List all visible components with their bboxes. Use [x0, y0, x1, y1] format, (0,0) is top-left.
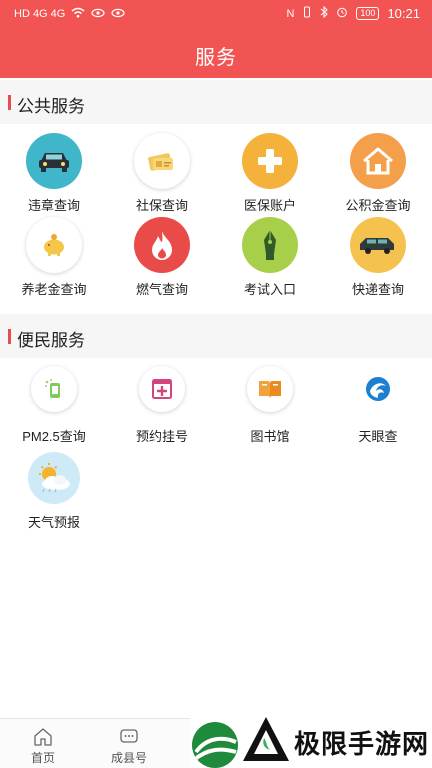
air-quality-icon [31, 366, 77, 412]
service-item-appointment[interactable]: 预约挂号 [108, 366, 216, 451]
watermark: 极限手游网 [190, 712, 432, 768]
battery-indicator: 100 [356, 7, 380, 20]
page-title: 服务 [195, 47, 237, 69]
nav-item-home[interactable]: 首页 [0, 719, 86, 768]
appointment-icon [139, 366, 185, 412]
service-item-exam[interactable]: 考试入口 [216, 217, 324, 302]
nav-label: 成县号 [110, 751, 147, 765]
top-bar: HD 4G 4G N 100 10:21 服务 [0, 0, 432, 78]
delivery-car-icon [350, 217, 406, 273]
home-icon [33, 727, 53, 747]
section-header-convenience: 便民服务 [0, 314, 432, 358]
house-icon [350, 133, 406, 189]
service-label: 公积金查询 [345, 198, 411, 213]
sky-eye-icon [355, 366, 401, 412]
chat-bubble-icon [119, 727, 139, 747]
signal-indicators: HD 4G 4G [14, 8, 66, 20]
service-label: 天气预报 [27, 515, 80, 530]
nfc-icon: N [286, 7, 295, 20]
service-item-express[interactable]: 快递查询 [324, 217, 432, 302]
flame-icon [134, 217, 190, 273]
book-icon [247, 366, 293, 412]
vibrate-icon [302, 6, 312, 21]
service-label: 图书馆 [250, 429, 290, 444]
medical-cross-icon [242, 133, 298, 189]
service-item-sky-eye[interactable]: 天眼查 [324, 366, 432, 451]
section-title: 公共服务 [17, 97, 85, 116]
service-label: 快递查询 [351, 282, 404, 297]
service-item-weather[interactable]: 天气预报 [0, 452, 108, 537]
eye-icon [91, 8, 105, 21]
section-header-public: 公共服务 [0, 80, 432, 124]
weather-icon [28, 452, 80, 504]
service-label: 社保查询 [135, 198, 188, 213]
car-icon [26, 133, 82, 189]
nav-item-county[interactable]: 成县号 [86, 719, 172, 768]
section-title: 便民服务 [17, 331, 85, 350]
clock: 10:21 [387, 6, 420, 21]
id-card-icon [134, 133, 190, 189]
site-logo-icon [240, 714, 292, 766]
service-label: 燃气查询 [135, 282, 188, 297]
service-label: PM2.5查询 [22, 429, 86, 444]
service-item-social-security[interactable]: 社保查询 [108, 133, 216, 218]
service-item-housing-fund[interactable]: 公积金查询 [324, 133, 432, 218]
watermark-text: 极限手游网 [294, 729, 430, 759]
service-item-library[interactable]: 图书馆 [216, 366, 324, 451]
service-label: 违章查询 [27, 198, 80, 213]
piggy-bank-icon [26, 217, 82, 273]
service-label: 预约挂号 [135, 429, 188, 444]
service-item-violation[interactable]: 违章查询 [0, 133, 108, 218]
bluetooth-icon [320, 5, 329, 21]
alarm-icon [336, 6, 348, 21]
service-item-pm25[interactable]: PM2.5查询 [0, 366, 108, 451]
leaf-logo-icon [192, 722, 238, 768]
eye-icon-2 [111, 8, 125, 21]
service-label: 天眼查 [358, 429, 398, 444]
service-label: 医保账户 [243, 198, 296, 213]
wifi-icon [71, 7, 85, 21]
service-item-gas[interactable]: 燃气查询 [108, 217, 216, 302]
service-label: 考试入口 [243, 282, 296, 297]
pen-icon [242, 217, 298, 273]
service-item-pension[interactable]: 养老金查询 [0, 217, 108, 302]
status-bar: HD 4G 4G N 100 10:21 [0, 0, 432, 28]
service-item-medical-account[interactable]: 医保账户 [216, 133, 324, 218]
service-label: 养老金查询 [21, 282, 87, 297]
nav-label: 首页 [30, 751, 55, 765]
section-accent-bar [8, 329, 11, 344]
section-accent-bar [8, 95, 11, 110]
